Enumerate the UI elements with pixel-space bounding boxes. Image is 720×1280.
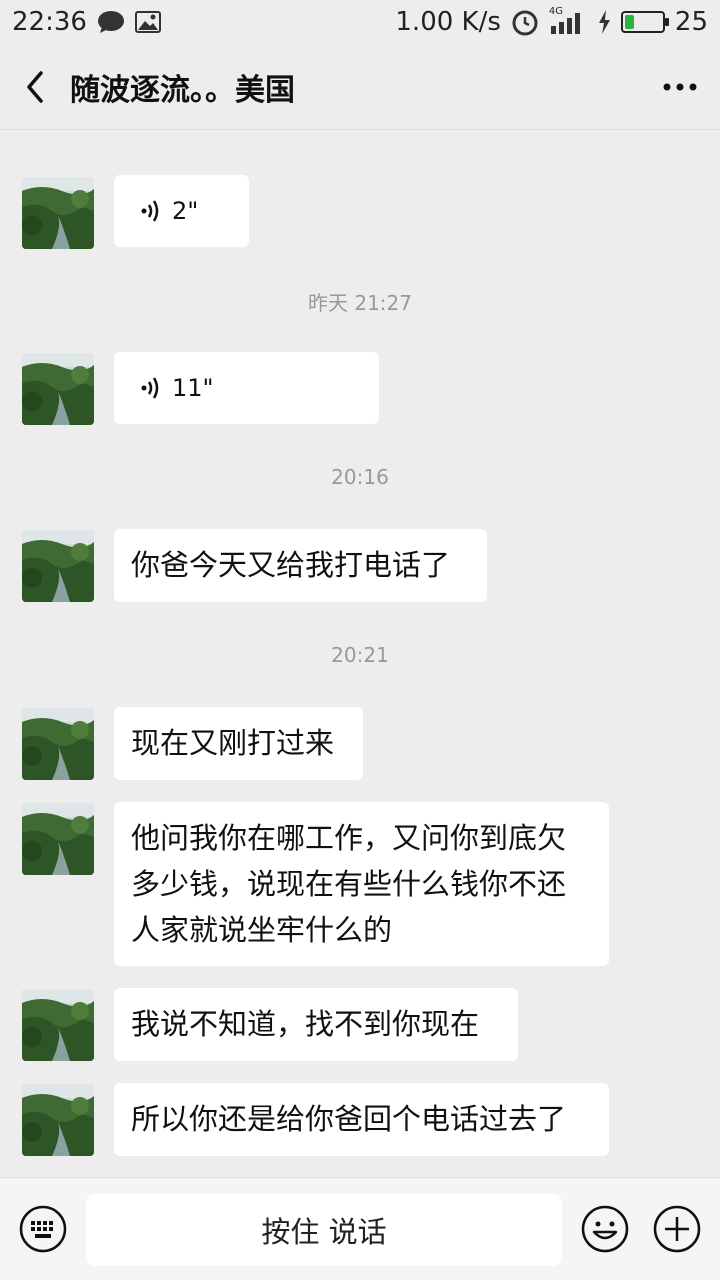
input-bar: 按住 说话 <box>0 1177 720 1280</box>
charging-icon <box>597 10 611 34</box>
message-text: 你爸今天又给我打电话了 <box>131 548 451 582</box>
avatar[interactable] <box>22 803 94 875</box>
message-line: 多少钱，说现在有些什么钱你不还 <box>131 867 567 901</box>
status-time: 22:36 <box>12 7 87 37</box>
text-message[interactable]: 我说不知道，找不到你现在 <box>114 988 518 1061</box>
text-message[interactable]: 现在又刚打过来 <box>114 707 363 780</box>
keyboard-button[interactable] <box>18 1204 68 1254</box>
avatar[interactable] <box>22 989 94 1061</box>
chat-header: 随波逐流。。美国 <box>0 44 720 130</box>
timestamp: 20:16 <box>331 465 389 489</box>
avatar[interactable] <box>22 177 94 249</box>
timestamp: 20:21 <box>331 643 389 667</box>
keyboard-icon <box>19 1205 67 1253</box>
emoji-icon <box>581 1205 629 1253</box>
chat-title: 随波逐流。。美国 <box>70 72 295 108</box>
voice-duration: 11" <box>172 374 214 402</box>
network-speed: 1.00 K/s <box>395 7 501 37</box>
more-functions-button[interactable] <box>652 1204 702 1254</box>
message-text: 现在又刚打过来 <box>131 726 335 760</box>
message-text: 所以你还是给你爸回个电话过去了 <box>131 1102 567 1136</box>
more-button[interactable] <box>640 44 720 130</box>
voice-message[interactable]: 2" <box>114 175 249 247</box>
battery-icon <box>620 11 669 33</box>
text-message[interactable]: 所以你还是给你爸回个电话过去了 <box>114 1083 609 1156</box>
voice-wave-icon <box>141 377 159 399</box>
status-bar: 22:36 1.00 K/s 4G 25 <box>0 0 720 44</box>
avatar[interactable] <box>22 353 94 425</box>
message-line: 他问我你在哪工作，又问你到底欠 <box>131 821 567 855</box>
message-text: 我说不知道，找不到你现在 <box>131 1007 480 1041</box>
back-button[interactable] <box>0 44 70 130</box>
chat-bubble-icon <box>97 10 125 34</box>
signal-type: 4G <box>548 6 564 17</box>
avatar[interactable] <box>22 530 94 602</box>
message-line: 人家就说坐牢什么的 <box>131 913 393 947</box>
battery-percent: 25 <box>674 7 708 37</box>
text-message[interactable]: 他问我你在哪工作，又问你到底欠 多少钱，说现在有些什么钱你不还 人家就说坐牢什么… <box>114 802 609 966</box>
signal-icon: 4G <box>549 6 587 34</box>
voice-message[interactable]: 11" <box>114 352 379 424</box>
voice-duration: 2" <box>172 197 199 225</box>
battery-level <box>624 15 634 29</box>
chevron-left-icon <box>27 70 43 103</box>
hold-to-talk-button[interactable]: 按住 说话 <box>86 1194 562 1266</box>
image-icon <box>134 11 161 33</box>
voice-wave-icon <box>141 200 159 222</box>
avatar[interactable] <box>22 708 94 780</box>
more-dots-icon <box>663 83 697 90</box>
alarm-icon <box>511 8 539 36</box>
timestamp: 昨天 21:27 <box>308 291 412 315</box>
avatar[interactable] <box>22 1084 94 1156</box>
plus-icon <box>653 1205 701 1253</box>
chat-area[interactable]: 2" 昨天 21:27 11" 20:16 你爸今天又给我打电话了 20:21 … <box>0 131 720 1177</box>
emoji-button[interactable] <box>580 1204 630 1254</box>
text-message[interactable]: 你爸今天又给我打电话了 <box>114 529 487 602</box>
